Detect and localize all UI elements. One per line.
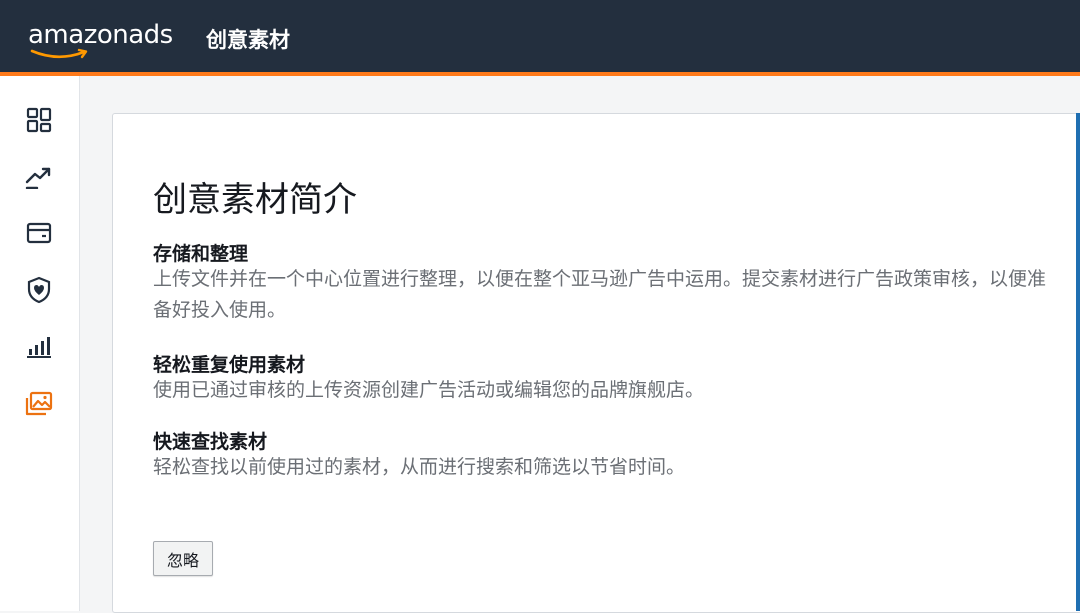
section-heading-store-organize: 存储和整理 bbox=[153, 243, 249, 265]
logo-suffix-text: ads bbox=[128, 20, 173, 50]
trend-up-icon[interactable] bbox=[25, 162, 53, 190]
top-navigation-bar: amazonads 创意素材 bbox=[0, 0, 1080, 76]
section-heading-reuse: 轻松重复使用素材 bbox=[153, 354, 306, 376]
dashboard-icon[interactable] bbox=[25, 106, 53, 134]
wallet-icon[interactable] bbox=[25, 219, 53, 247]
shield-icon[interactable] bbox=[25, 276, 53, 304]
card-title: 创意素材简介 bbox=[153, 180, 357, 220]
bar-chart-icon[interactable] bbox=[25, 333, 53, 361]
creative-assets-intro-card: 创意素材简介 存储和整理 上传文件并在一个中心位置进行整理，以便在整个亚马逊广告… bbox=[112, 113, 1080, 613]
logo-main-text: amazon bbox=[28, 20, 129, 50]
creative-assets-icon[interactable] bbox=[25, 390, 53, 418]
section-body-find: 轻松查找以前使用过的素材，从而进行搜索和筛选以节省时间。 bbox=[153, 456, 686, 478]
section-heading-find: 快速查找素材 bbox=[153, 431, 268, 453]
amazon-ads-logo[interactable]: amazonads bbox=[28, 20, 173, 50]
amazon-smile-icon bbox=[30, 48, 88, 59]
card-right-accent-bar bbox=[1076, 113, 1080, 611]
app-title: 创意素材 bbox=[206, 28, 290, 52]
left-sidebar bbox=[0, 76, 80, 611]
section-body-store-organize: 上传文件并在一个中心位置进行整理，以便在整个亚马逊广告中运用。提交素材进行广告政… bbox=[153, 268, 1047, 321]
section-body-reuse: 使用已通过审核的上传资源创建广告活动或编辑您的品牌旗舰店。 bbox=[153, 379, 705, 401]
dismiss-button[interactable]: 忽略 bbox=[153, 541, 213, 576]
